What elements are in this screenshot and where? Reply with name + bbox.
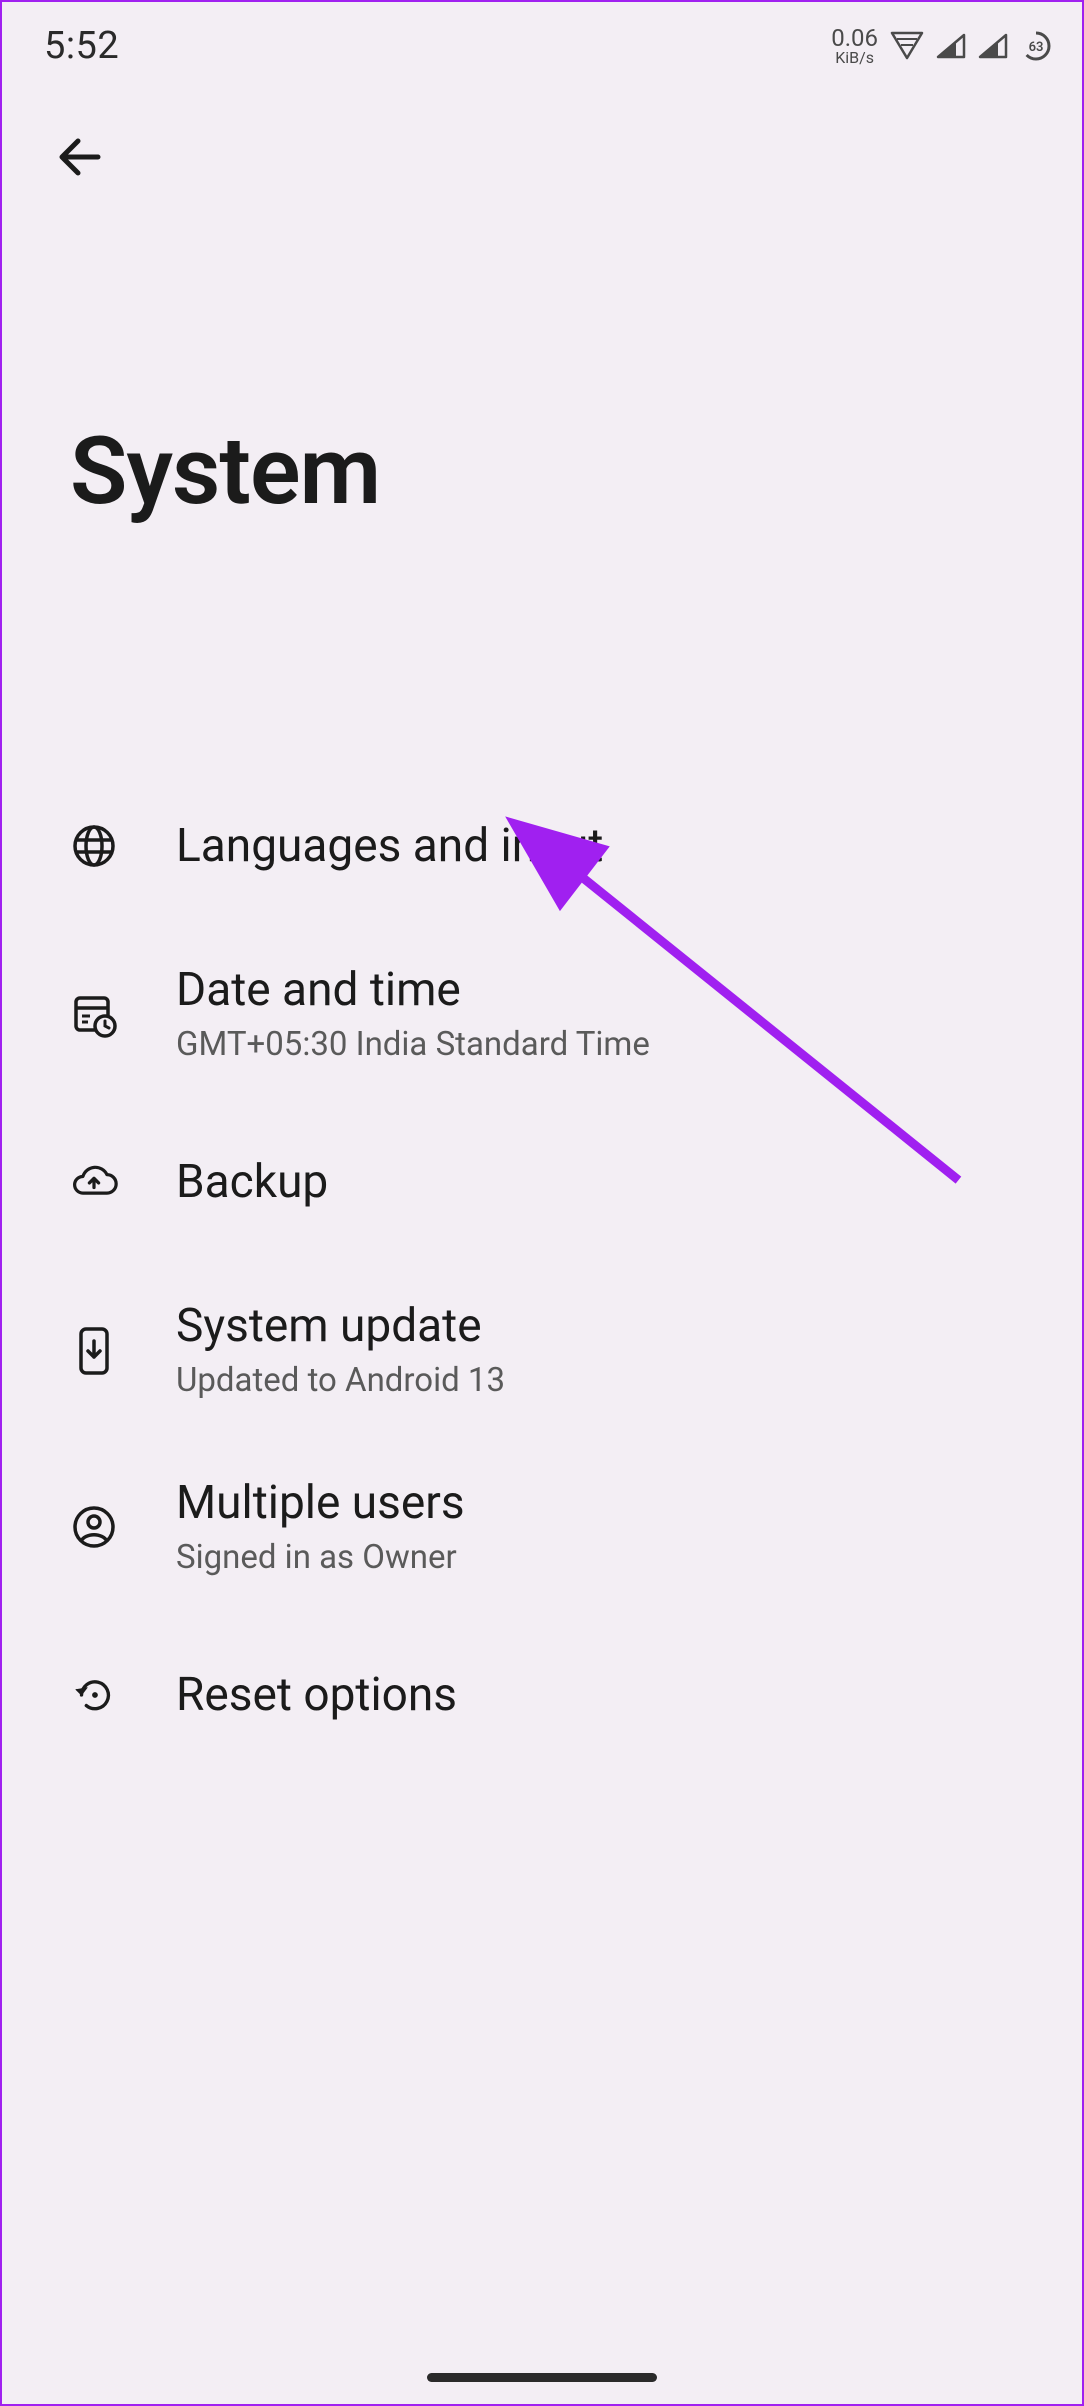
- appbar: [2, 72, 1082, 186]
- list-item-title: System update: [176, 1300, 505, 1353]
- list-item-title: Date and time: [176, 964, 650, 1017]
- globe-icon: [70, 822, 118, 870]
- battery-pct-text: 63: [1029, 40, 1044, 55]
- list-item-backup[interactable]: Backup: [2, 1102, 1082, 1262]
- nav-handle[interactable]: [427, 2373, 657, 2382]
- page-title: System: [2, 186, 1082, 526]
- network-speed: 0.06 KiB/s: [831, 26, 878, 66]
- list-item-reset-options[interactable]: Reset options: [2, 1615, 1082, 1775]
- status-time: 5:52: [44, 24, 119, 68]
- reset-icon: [70, 1671, 118, 1719]
- list-item-multiple-users[interactable]: Multiple users Signed in as Owner: [2, 1439, 1082, 1615]
- list-item-title: Multiple users: [176, 1477, 465, 1530]
- list-item-subtitle: Signed in as Owner: [176, 1538, 465, 1578]
- user-circle-icon: [70, 1503, 118, 1551]
- list-item-system-update[interactable]: System update Updated to Android 13: [2, 1262, 1082, 1438]
- wifi-icon: [890, 31, 924, 61]
- signal-icon-1: [936, 33, 966, 59]
- network-speed-unit: KiB/s: [835, 50, 874, 66]
- arrow-left-icon: [54, 132, 104, 182]
- battery-icon: 63: [1020, 30, 1052, 62]
- phone-download-icon: [70, 1325, 118, 1377]
- network-speed-value: 0.06: [831, 26, 878, 50]
- list-item-date-time[interactable]: Date and time GMT+05:30 India Standard T…: [2, 926, 1082, 1102]
- cloud-upload-icon: [70, 1162, 118, 1202]
- list-item-title: Languages and input: [176, 820, 603, 873]
- list-item-subtitle: GMT+05:30 India Standard Time: [176, 1025, 650, 1065]
- list-item-title: Reset options: [176, 1669, 457, 1722]
- list-item-subtitle: Updated to Android 13: [176, 1361, 505, 1401]
- calendar-clock-icon: [70, 990, 118, 1038]
- list-item-title: Backup: [176, 1156, 328, 1209]
- list-item-languages-input[interactable]: Languages and input: [2, 766, 1082, 926]
- signal-icon-2: [978, 33, 1008, 59]
- status-bar: 5:52 0.06 KiB/s: [2, 2, 1082, 72]
- back-button[interactable]: [54, 167, 104, 186]
- settings-list: Languages and input Date and time GMT+05…: [2, 526, 1082, 1775]
- status-right: 0.06 KiB/s 63: [831, 26, 1052, 66]
